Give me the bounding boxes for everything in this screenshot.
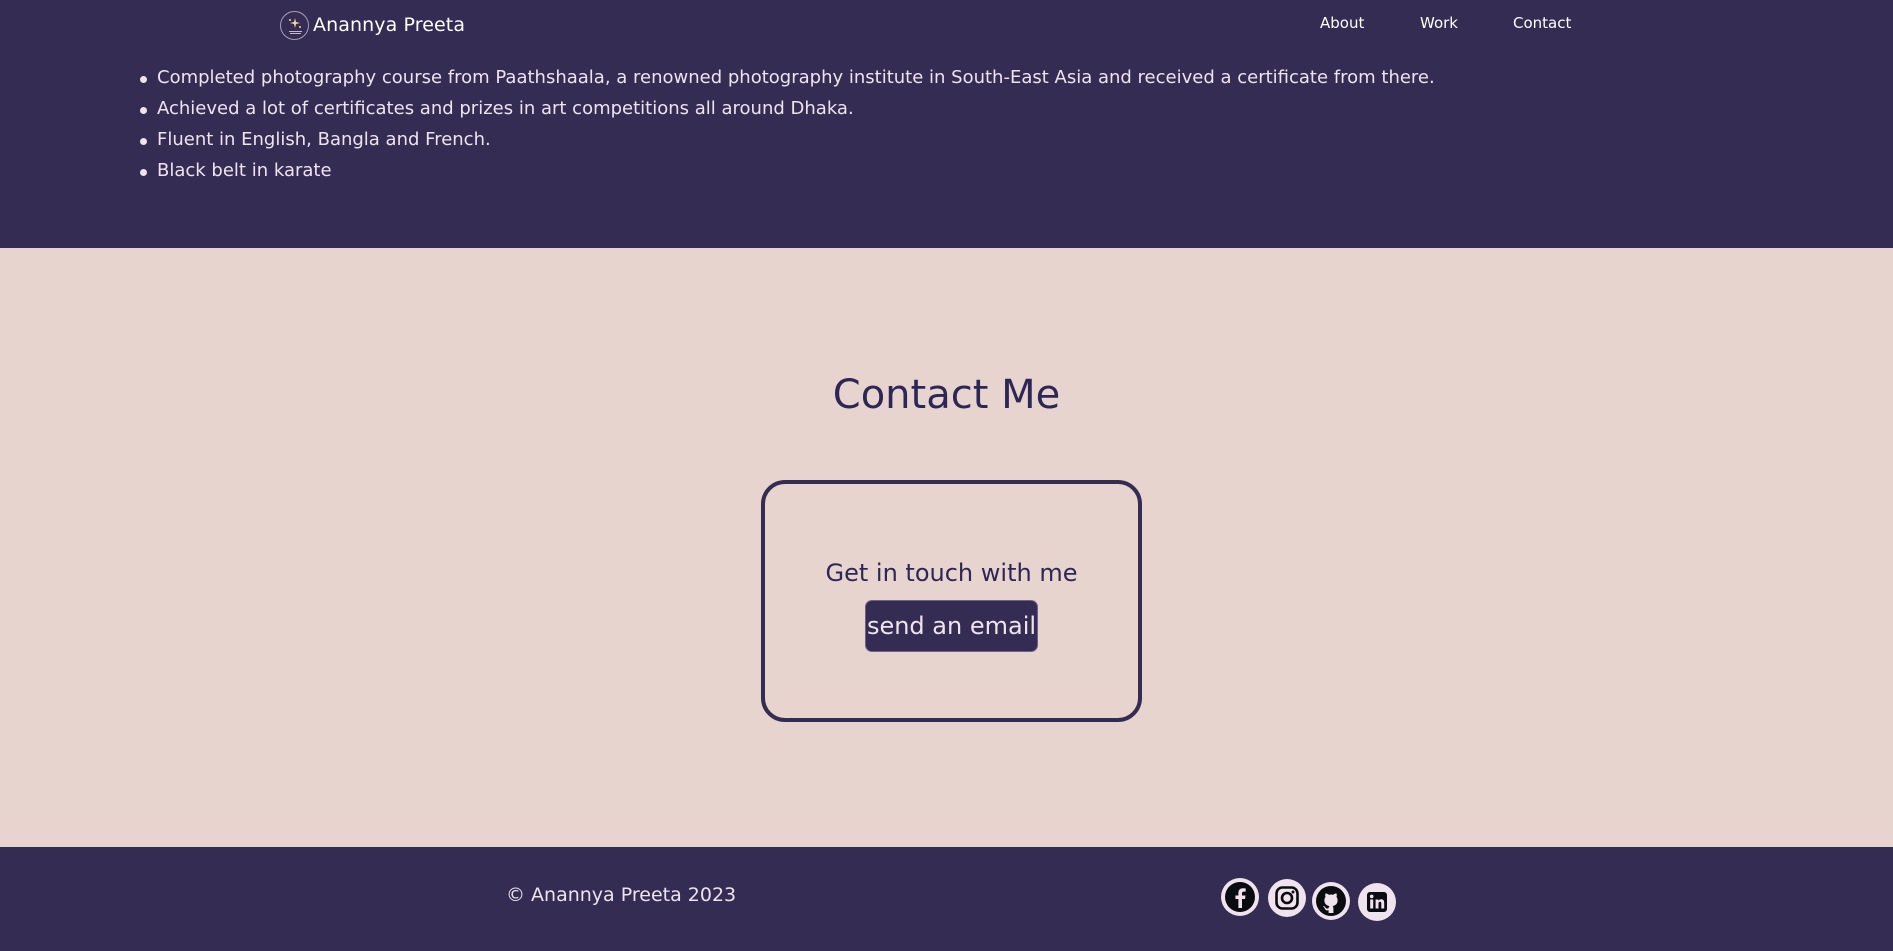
send-email-button[interactable]: send an email: [865, 600, 1038, 652]
achievements-section: Completed photography course from Paaths…: [0, 50, 1893, 248]
nav-link-work[interactable]: Work: [1420, 14, 1458, 32]
linkedin-icon[interactable]: [1358, 883, 1396, 921]
contact-title: Contact Me: [832, 372, 1061, 418]
contact-section: Contact Me Get in touch with me send an …: [0, 248, 1893, 847]
github-icon[interactable]: [1312, 882, 1350, 920]
nav-link-about[interactable]: About: [1320, 14, 1364, 32]
achievements-list: Completed photography course from Paaths…: [138, 62, 1435, 186]
achievement-item: Completed photography course from Paaths…: [138, 62, 1435, 93]
brand-logo-icon: [280, 10, 309, 40]
instagram-icon[interactable]: [1268, 879, 1306, 917]
brand-name: Anannya Preeta: [313, 14, 466, 36]
achievement-item: Achieved a lot of certificates and prize…: [138, 93, 1435, 124]
footer: © Anannya Preeta 2023: [0, 847, 1893, 951]
achievement-item: Black belt in karate: [138, 155, 1435, 186]
contact-card-text: Get in touch with me: [825, 559, 1078, 587]
facebook-icon[interactable]: [1221, 878, 1259, 916]
achievement-item: Fluent in English, Bangla and French.: [138, 124, 1435, 155]
nav-link-contact[interactable]: Contact: [1513, 14, 1571, 32]
copyright-text: © Anannya Preeta 2023: [506, 884, 737, 906]
navbar: Anannya Preeta About Work Contact: [0, 0, 1893, 50]
brand[interactable]: Anannya Preeta: [280, 10, 465, 40]
